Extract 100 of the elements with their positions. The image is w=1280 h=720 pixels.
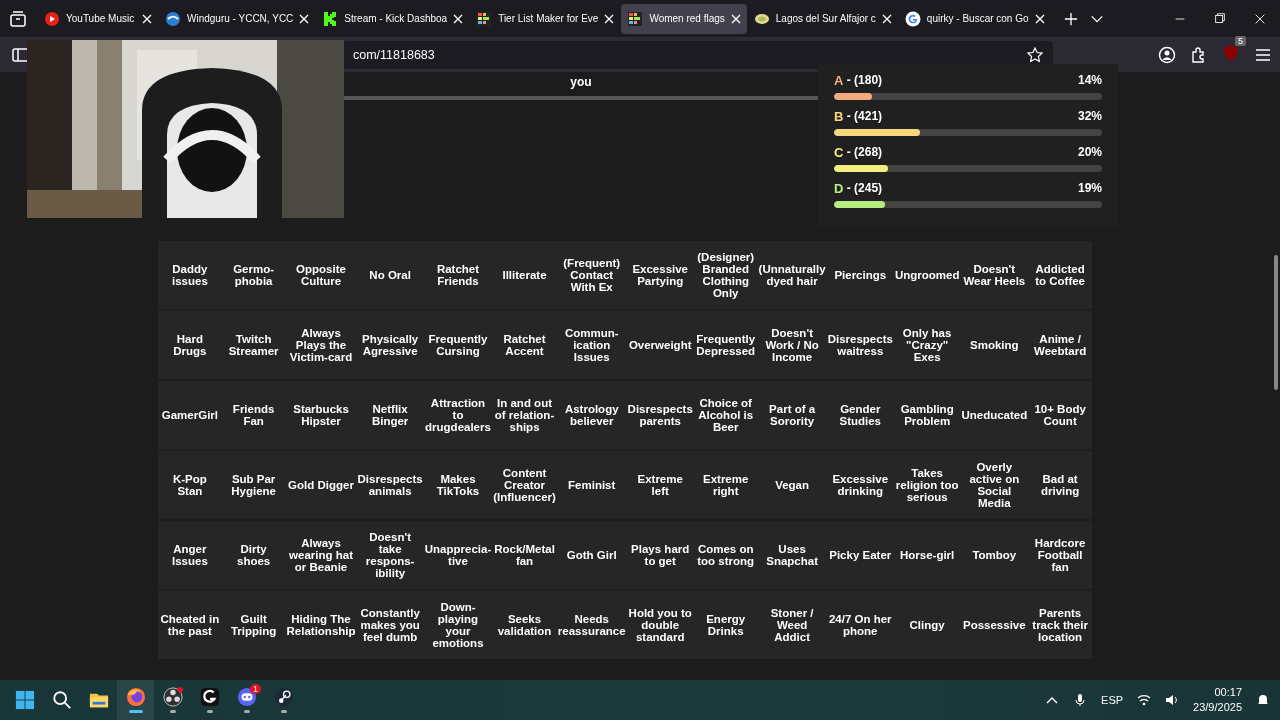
tier-card[interactable]: Overweight [626,311,694,379]
tier-card[interactable]: Anime / Weebtard [1028,311,1092,379]
tier-card[interactable]: Doesn't Work / No Income [757,311,827,379]
tier-card[interactable]: Attraction to drugdealers [423,381,493,449]
tier-card[interactable]: Makes TikToks [423,451,493,519]
tier-card[interactable]: Picky Eater [826,521,894,589]
tier-card[interactable]: Anger Issues [158,521,222,589]
tier-card[interactable]: Gambling Problem [893,381,961,449]
tier-card[interactable]: Addicted to Coffee [1028,241,1092,309]
tier-card[interactable]: Astrology believer [556,381,627,449]
firefox-icon[interactable] [125,687,146,707]
tier-card[interactable]: Doesn't Wear Heels [960,241,1029,309]
tier-card[interactable]: GamerGirl [158,381,222,449]
tier-card[interactable]: Goth Girl [556,521,627,589]
tier-card[interactable]: (Unnaturally dyed hair [757,241,827,309]
tier-card[interactable]: Choice of Alcohol is Beer [693,381,758,449]
speaker-icon[interactable] [1165,693,1180,707]
search-icon[interactable] [51,690,72,710]
tier-card[interactable]: Energy Drinks [693,591,758,659]
tier-card[interactable]: Smoking [960,311,1029,379]
tier-card[interactable]: Gender Studies [826,381,894,449]
tier-card[interactable]: Ungroomed [893,241,961,309]
tier-card[interactable]: Disrespects parents [626,381,694,449]
tier-card[interactable]: Part of a Sorority [757,381,827,449]
tier-card[interactable]: Cheated in the past [158,591,222,659]
tier-card[interactable]: Seeks validation [492,591,557,659]
browser-tab[interactable]: Lagos del Sur Alfajor c [747,3,898,34]
tier-card[interactable]: 24/7 On her phone [826,591,894,659]
close-icon[interactable] [1034,13,1045,24]
tier-card[interactable]: Piercings [826,241,894,309]
tier-card[interactable]: Content Creator (Influencer) [492,451,557,519]
tier-card[interactable]: Excessive Partying [626,241,694,309]
tier-card[interactable]: Overly active on Social Media [960,451,1029,519]
bell-icon[interactable] [1256,693,1270,707]
tier-card[interactable]: Always wearing hat or Beanie [285,521,357,589]
new-tab-icon[interactable] [1063,11,1078,26]
tier-card[interactable]: Parents track their location [1028,591,1092,659]
tier-card[interactable]: Disrespects animals [356,451,424,519]
tier-card[interactable]: Sub Par Hygiene [221,451,286,519]
tier-card[interactable]: Netflix Binger [356,381,424,449]
account-icon[interactable] [1158,45,1176,64]
tier-card[interactable]: Frequently Cursing [423,311,493,379]
tier-card[interactable]: Horse-girl [893,521,961,589]
tier-card[interactable]: Hiding The Relationship [285,591,357,659]
tier-card[interactable]: Illiterate [492,241,557,309]
tier-card[interactable]: Gold Digger [285,451,357,519]
tier-card[interactable]: Ratchet Accent [492,311,557,379]
browser-tab[interactable]: Stream - Kick Dashboa [316,3,470,34]
tier-card[interactable]: Rock/Metal fan [492,521,557,589]
tier-card[interactable]: Extreme left [626,451,694,519]
tier-card[interactable]: Always Plays the Victim-card [285,311,357,379]
tier-card[interactable]: Physically Agressive [356,311,424,379]
obs-icon[interactable] [162,687,183,707]
tier-card[interactable]: (Frequent) Contact With Ex [556,241,627,309]
browser-tab[interactable]: Women red flags [621,3,747,34]
address-field[interactable]: com/11818683 [343,40,1053,69]
discord-icon[interactable] [236,687,257,707]
tier-card[interactable]: (Designer) Branded Clothing Only [693,241,758,309]
browser-tab[interactable]: Windguru - YCCN, YCC [159,3,316,34]
tier-card[interactable]: Germo-phobia [221,241,286,309]
tier-card[interactable]: In and out of relation-ships [492,381,557,449]
tier-card[interactable]: Commun-ication Issues [556,311,627,379]
close-icon[interactable] [881,13,892,24]
tier-card[interactable]: Bad at driving [1028,451,1092,519]
wifi-icon[interactable] [1137,693,1152,707]
browser-tab[interactable]: Tier List Maker for Eve [470,3,621,34]
tier-card[interactable]: K-Pop Stan [158,451,222,519]
tier-card[interactable]: Takes religion too serious [893,451,961,519]
star-icon[interactable] [1027,46,1043,63]
tier-card[interactable]: Hard Drugs [158,311,222,379]
tier-card[interactable]: Dirty shoes [221,521,286,589]
tier-card[interactable]: Unapprecia-tive [423,521,493,589]
shield-icon[interactable] [1222,43,1240,62]
clock[interactable]: 00:17 23/9/2025 [1193,685,1242,715]
close-icon[interactable] [730,13,741,24]
tab-list-icon[interactable] [8,8,28,29]
tier-card[interactable]: Clingy [893,591,961,659]
windows-start-icon[interactable] [14,690,35,710]
tier-card[interactable]: Doesn't take respons-ibility [356,521,424,589]
close-icon[interactable] [453,13,464,24]
close-icon[interactable] [604,13,615,24]
microphone-icon[interactable] [1073,693,1088,707]
browser-tab[interactable]: YouTube Music [38,3,158,34]
tier-card[interactable]: Friends Fan [221,381,286,449]
tier-card[interactable]: Starbucks Hipster [285,381,357,449]
close-icon[interactable] [142,13,152,24]
tier-card[interactable]: Opposite Culture [285,241,357,309]
tier-card[interactable]: Uses Snapchat [757,521,827,589]
browser-tab[interactable]: quirky - Buscar con Go [898,3,1051,34]
tier-card[interactable]: Constantly makes you feel dumb [356,591,424,659]
tier-card[interactable]: Down-playing your emotions [423,591,493,659]
tier-card[interactable]: Needs reassurance [556,591,627,659]
tier-card[interactable]: Uneducated [960,381,1029,449]
tier-card[interactable]: Frequently Depressed [693,311,758,379]
scrollbar-thumb[interactable] [1274,255,1278,390]
g-hub-icon[interactable] [199,687,220,707]
tier-card[interactable]: Comes on too strong [693,521,758,589]
tier-card[interactable]: No Oral [356,241,424,309]
tier-card[interactable]: Disrespects waitress [826,311,894,379]
close-icon[interactable] [299,13,310,24]
